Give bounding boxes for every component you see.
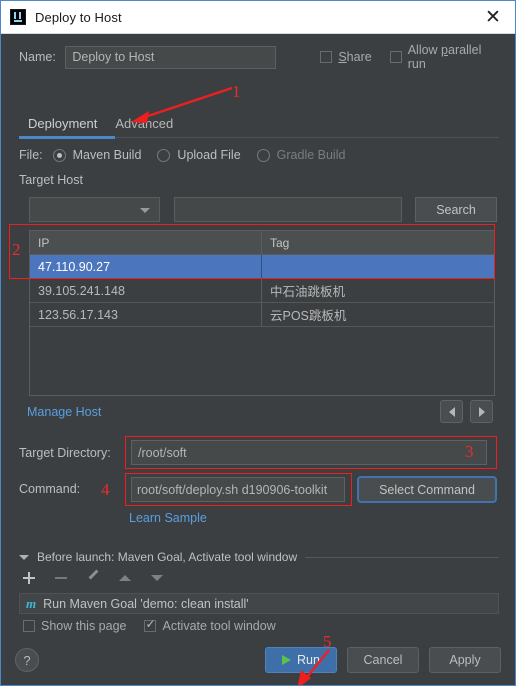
learn-sample-link[interactable]: Learn Sample [129, 511, 207, 525]
host-search-row: Search [29, 197, 499, 222]
share-checkbox-box [320, 51, 333, 63]
allow-parallel-run-checkbox-box [389, 51, 402, 63]
help-button[interactable]: ? [15, 648, 39, 672]
target-host-label: Target Host [19, 173, 83, 187]
manage-host-link[interactable]: Manage Host [27, 405, 101, 419]
host-table[interactable]: IP Tag 47.110.90.27 39.105.241.148 中石油跳板… [29, 230, 495, 396]
host-search-input[interactable] [174, 197, 402, 222]
target-directory-input[interactable] [131, 440, 487, 465]
activate-tool-window-checkbox-box [144, 617, 157, 632]
search-button[interactable]: Search [415, 197, 497, 222]
show-this-page-label: Show this page [41, 619, 127, 633]
cell-tag: 云POS跳板机 [270, 309, 347, 323]
radio-maven-build[interactable]: Maven Build [52, 148, 142, 162]
run-button-label: Run [297, 653, 320, 667]
before-launch-header[interactable]: Before launch: Maven Goal, Activate tool… [19, 549, 499, 565]
title-bar: Deploy to Host ✕ [1, 1, 515, 34]
apply-button[interactable]: Apply [429, 647, 501, 673]
cell-ip: 47.110.90.27 [30, 255, 262, 278]
arrow-left-icon[interactable] [440, 400, 463, 423]
tab-active-indicator [19, 136, 115, 139]
radio-maven-build-label: Maven Build [72, 148, 142, 162]
tab-bar: Deployment Advanced [19, 110, 499, 136]
before-launch-task-row[interactable]: m Run Maven Goal 'demo: clean install' [19, 593, 499, 614]
dialog-body: Name: Share Allow parallel run Deploymen… [1, 34, 515, 685]
show-this-page-checkbox[interactable]: Show this page [23, 619, 126, 633]
file-type-row: File: Maven Build Upload File Gradle Bui… [19, 144, 361, 166]
table-row[interactable]: 47.110.90.27 [30, 255, 494, 279]
activate-tool-window-checkbox[interactable]: Activate tool window [144, 617, 276, 633]
radio-upload-file-dot [157, 148, 171, 162]
deploy-to-host-dialog: Deploy to Host ✕ Name: Share Allow paral… [0, 0, 516, 686]
minus-icon[interactable] [53, 570, 69, 586]
annotation-2: 2 [12, 240, 21, 259]
run-button[interactable]: Run [265, 647, 337, 673]
cell-tag [262, 255, 494, 278]
column-header-tag: Tag [270, 235, 290, 250]
arrow-right-icon[interactable] [470, 400, 493, 423]
table-row[interactable]: 39.105.241.148 中石油跳板机 [30, 279, 494, 303]
host-pagination [440, 400, 493, 423]
annotation-4: 4 [101, 480, 110, 499]
allow-parallel-run-checkbox[interactable]: Allow parallel run [389, 43, 499, 71]
cell-ip: 123.56.17.143 [30, 303, 262, 326]
name-label: Name: [19, 50, 56, 64]
plus-icon[interactable] [21, 570, 37, 586]
command-input[interactable] [131, 477, 345, 502]
annotation-1: 1 [232, 82, 241, 101]
move-down-icon[interactable] [149, 570, 165, 586]
cell-tag: 中石油跳板机 [270, 285, 346, 299]
chevron-down-icon[interactable] [19, 554, 29, 560]
share-label: Share [338, 50, 372, 64]
close-icon[interactable]: ✕ [481, 5, 505, 29]
command-label: Command: [19, 482, 81, 496]
target-directory-label: Target Directory: [19, 446, 111, 460]
name-row: Name: Share Allow parallel run [19, 43, 499, 71]
select-command-button[interactable]: Select Command [357, 476, 497, 503]
tab-deployment[interactable]: Deployment [19, 116, 106, 136]
play-icon [282, 655, 292, 665]
before-launch-divider [305, 556, 499, 558]
tab-advanced[interactable]: Advanced [106, 116, 182, 136]
before-launch-task-label: Run Maven Goal 'demo: clean install' [43, 596, 249, 611]
pencil-icon[interactable] [85, 570, 101, 586]
before-launch-toolbar [21, 570, 165, 586]
chevron-down-icon [140, 208, 150, 213]
share-checkbox[interactable]: Share [320, 50, 372, 64]
radio-gradle-build-label: Gradle Build [276, 148, 346, 162]
intellij-idea-icon [10, 9, 26, 25]
radio-gradle-build[interactable]: Gradle Build [256, 148, 346, 162]
radio-upload-file-label: Upload File [177, 148, 241, 162]
host-select-dropdown[interactable] [29, 197, 160, 222]
allow-parallel-run-label: Allow parallel run [407, 43, 482, 71]
name-input[interactable] [65, 45, 277, 69]
table-empty-area [30, 327, 494, 397]
before-launch-options: Show this page Activate tool window [23, 617, 276, 633]
window-title: Deploy to Host [35, 9, 122, 25]
radio-upload-file[interactable]: Upload File [157, 148, 241, 162]
before-launch-title: Before launch: Maven Goal, Activate tool… [37, 550, 298, 564]
dialog-button-bar: Run Cancel Apply [265, 647, 501, 673]
column-header-ip: IP [30, 231, 262, 254]
table-header-row: IP Tag [30, 231, 494, 255]
cell-ip: 39.105.241.148 [30, 279, 262, 302]
cancel-button[interactable]: Cancel [347, 647, 419, 673]
radio-maven-build-dot [52, 148, 66, 162]
radio-gradle-build-dot [256, 148, 270, 162]
show-this-page-checkbox-box [23, 620, 35, 632]
activate-tool-window-label: Activate tool window [162, 619, 276, 633]
move-up-icon[interactable] [117, 570, 133, 586]
file-label: File: [19, 148, 43, 162]
maven-icon: m [26, 595, 37, 611]
table-row[interactable]: 123.56.17.143 云POS跳板机 [30, 303, 494, 327]
